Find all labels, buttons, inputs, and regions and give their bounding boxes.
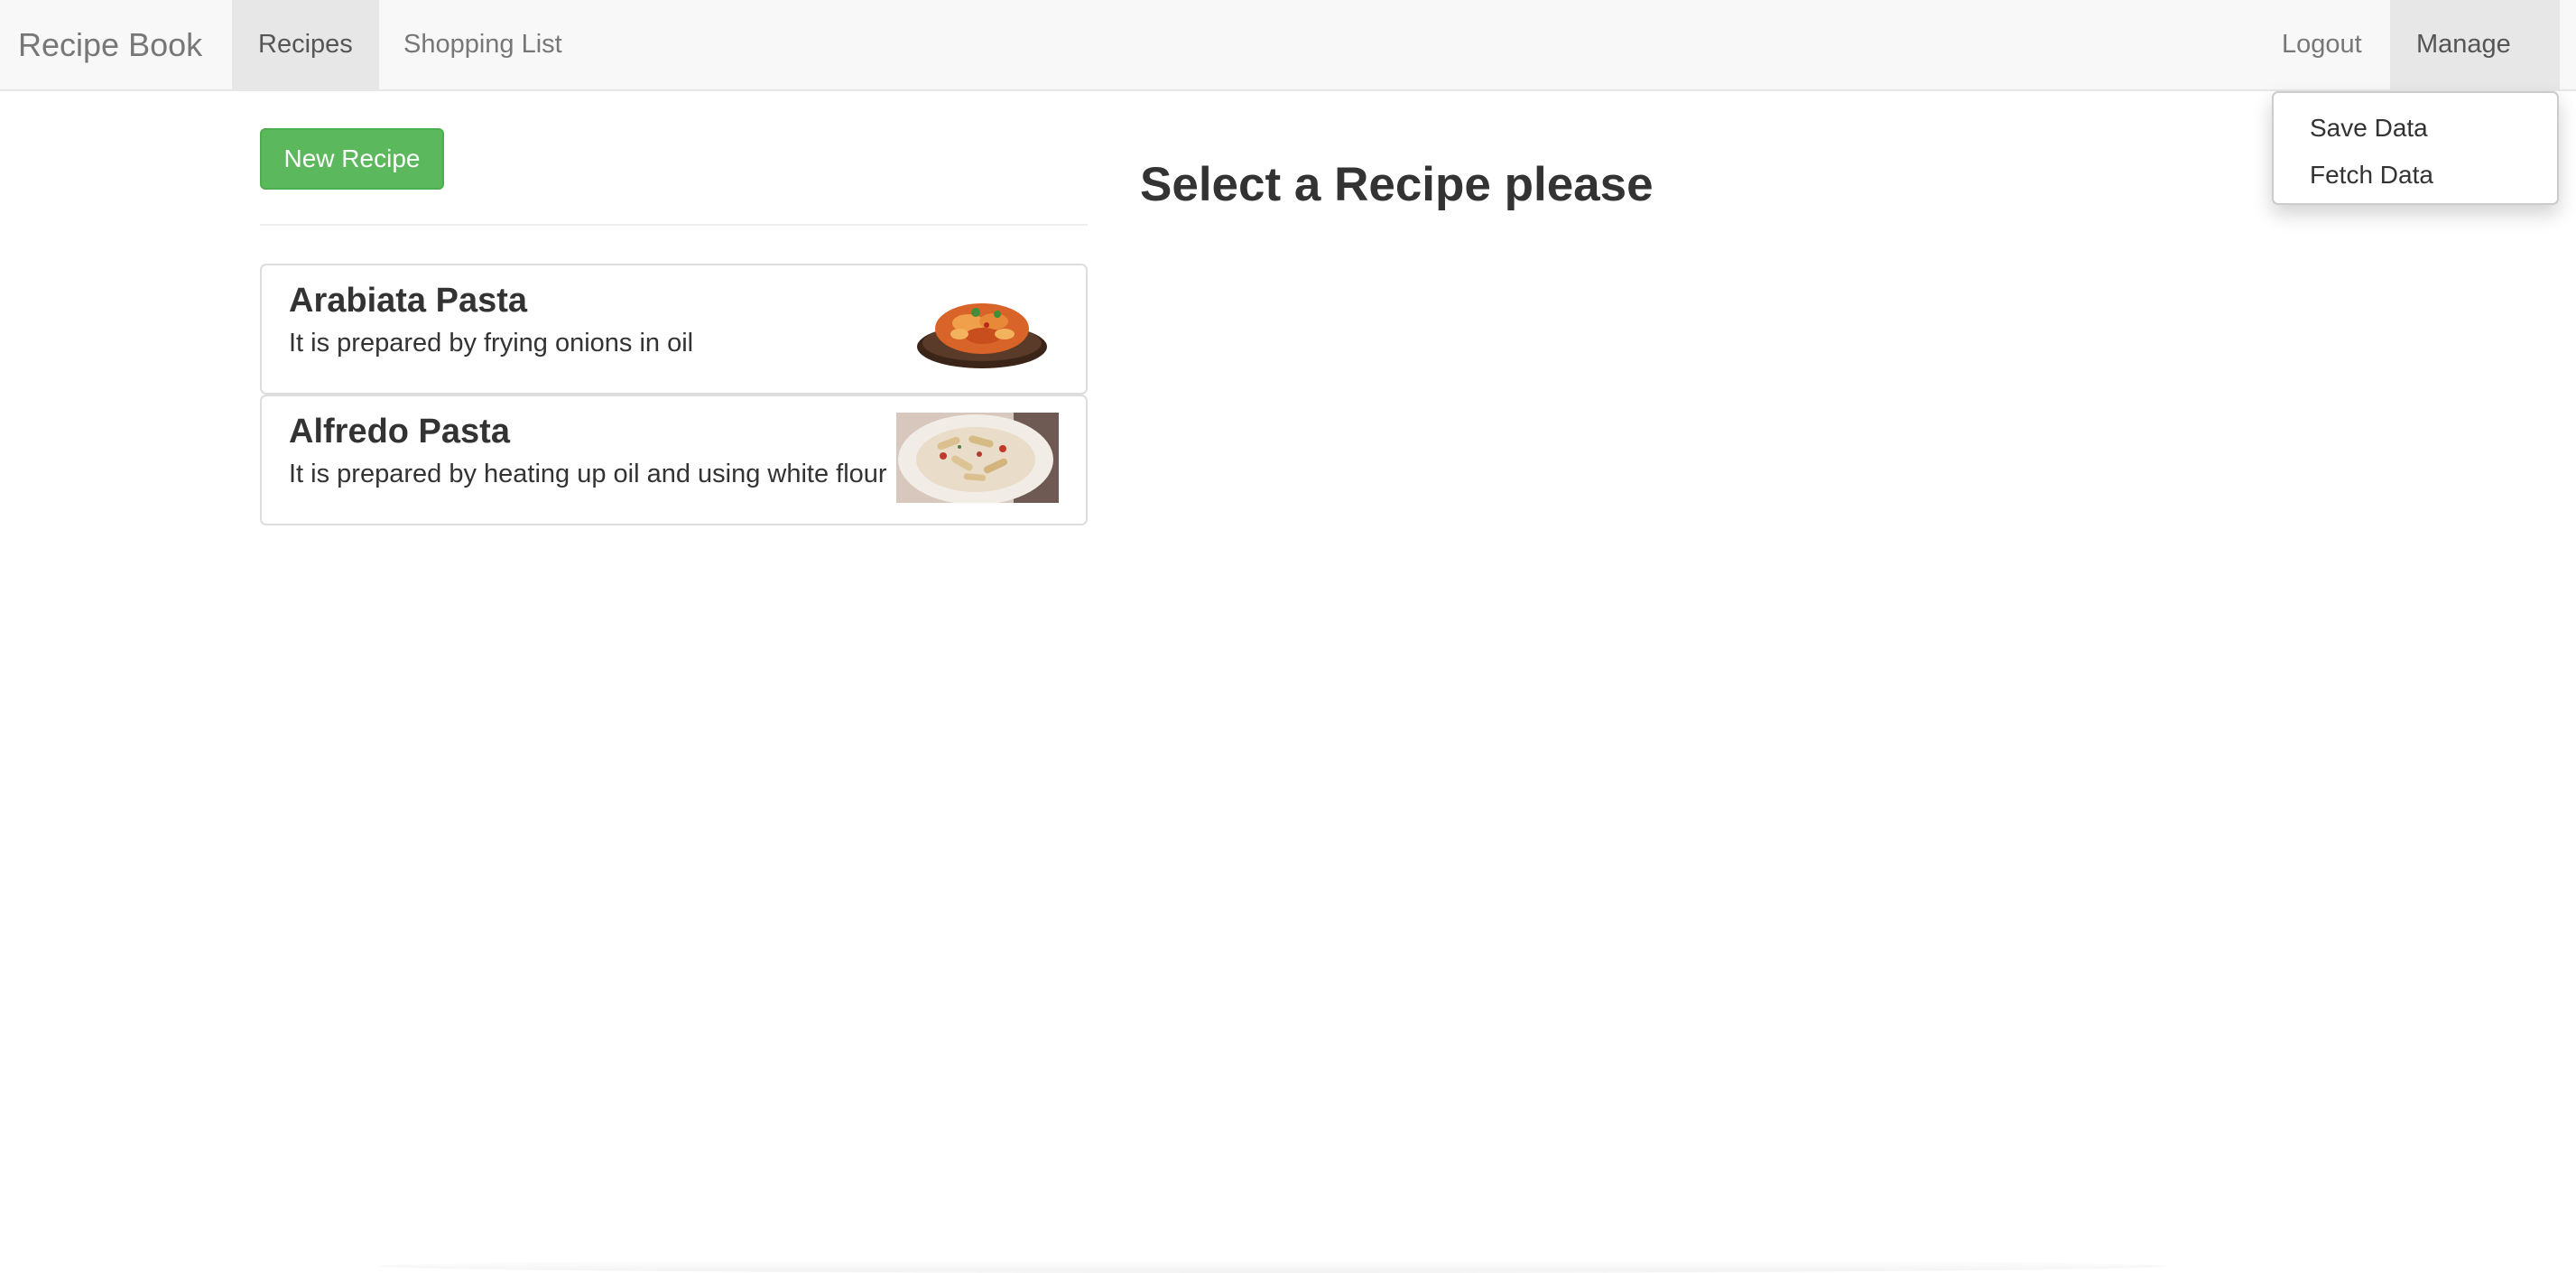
new-recipe-button[interactable]: New Recipe [260, 128, 444, 190]
recipe-description: It is prepared by frying onions in oil [289, 329, 694, 358]
save-data-item[interactable]: Save Data [2274, 105, 2557, 152]
manage-dropdown-menu: Save Data Fetch Data [2272, 91, 2559, 205]
recipe-name: Arabiata Pasta [289, 282, 528, 320]
divider [260, 224, 1088, 226]
recipe-description: It is prepared by heating up oil and usi… [289, 460, 887, 488]
fetch-data-item[interactable]: Fetch Data [2274, 152, 2557, 199]
manage-dropdown-toggle[interactable]: Manage [2390, 0, 2560, 139]
brand-link[interactable]: Recipe Book [18, 0, 202, 89]
nav-shopping-list[interactable]: Shopping List [377, 0, 588, 89]
bottom-shadow [379, 1259, 2166, 1273]
logout-link[interactable]: Logout [2256, 0, 2388, 89]
recipe-list-item[interactable]: Arabiata Pasta It is prepared by frying … [260, 264, 1088, 395]
select-recipe-heading: Select a Recipe please [1140, 158, 1654, 211]
recipe-name: Alfredo Pasta [289, 413, 510, 451]
nav-recipes[interactable]: Recipes [232, 0, 379, 89]
manage-label: Manage [2416, 30, 2511, 59]
pasta-dish-icon [917, 303, 1047, 368]
pasta-plate-icon [896, 413, 1059, 503]
recipe-list-item[interactable]: Alfredo Pasta It is prepared by heating … [260, 395, 1088, 525]
navbar: Recipe Book Recipes Shopping List Logout… [0, 0, 2576, 139]
